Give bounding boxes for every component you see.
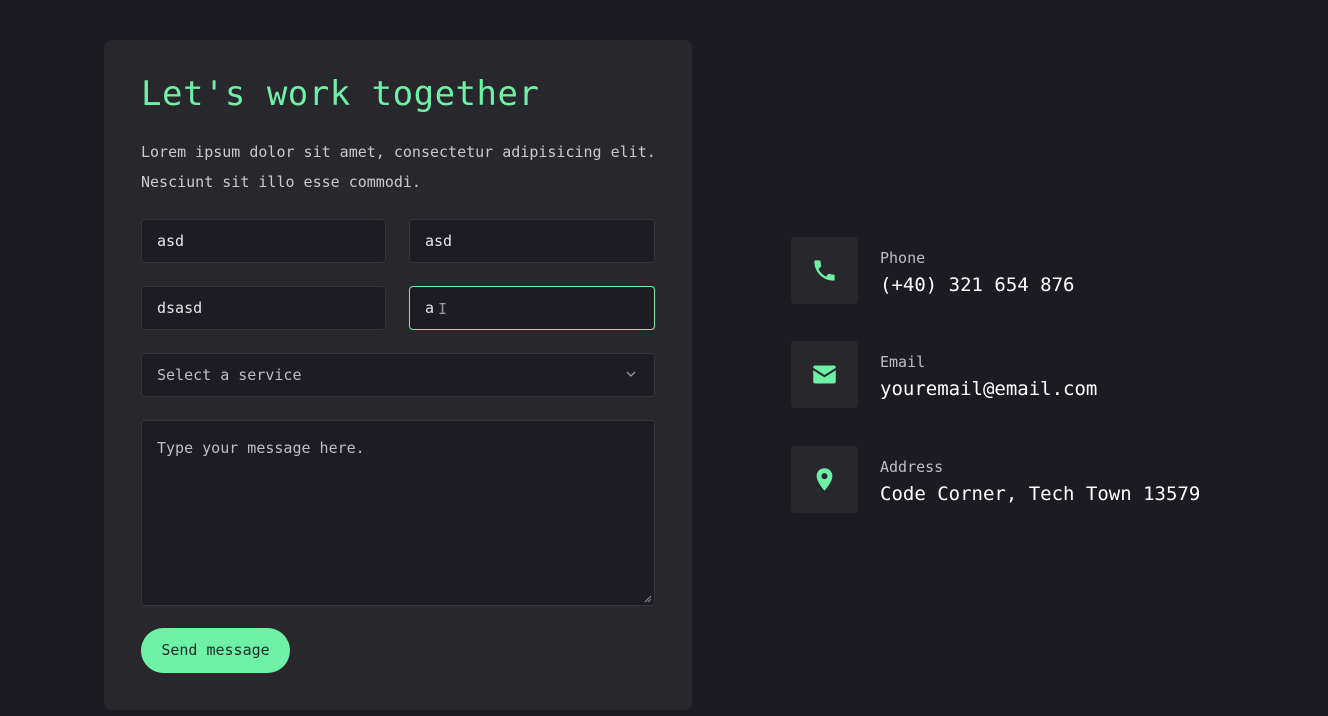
address-label: Address [880, 458, 944, 476]
form-title: Let's work together [141, 74, 540, 114]
address-value: Code Corner, Tech Town 13579 [880, 483, 1201, 505]
service-select[interactable]: Select a service [141, 353, 655, 397]
phone-icon [814, 260, 835, 281]
email-input[interactable]: dsasd [141, 286, 386, 330]
text-cursor-icon: I [438, 300, 448, 318]
email-value: youremail@email.com [880, 378, 1098, 400]
phone-label: Phone [880, 249, 926, 267]
message-textarea[interactable]: Type your message here. [141, 420, 655, 606]
phone-icon-box [791, 237, 858, 304]
email-label: Email [880, 353, 926, 371]
contact-page: Let's work together Lorem ipsum dolor si… [0, 0, 1328, 716]
map-pin-icon [816, 468, 833, 491]
chevron-down-icon [626, 371, 636, 377]
form-description: Lorem ipsum dolor sit amet, consectetur … [141, 143, 656, 191]
address-icon-box [791, 446, 858, 513]
service-select-value: Select a service [157, 366, 302, 384]
email-icon-box [791, 341, 858, 408]
last-name-input[interactable]: asd [409, 219, 655, 263]
message-placeholder: Type your message here. [157, 439, 365, 457]
phone-value: (+40) 321 654 876 [880, 274, 1075, 296]
contact-form-card: Let's work together Lorem ipsum dolor si… [104, 40, 692, 710]
send-message-button[interactable]: Send message [141, 628, 290, 673]
first-name-input[interactable]: asd [141, 219, 386, 263]
resize-handle-icon[interactable] [644, 595, 652, 603]
envelope-icon [813, 365, 836, 384]
